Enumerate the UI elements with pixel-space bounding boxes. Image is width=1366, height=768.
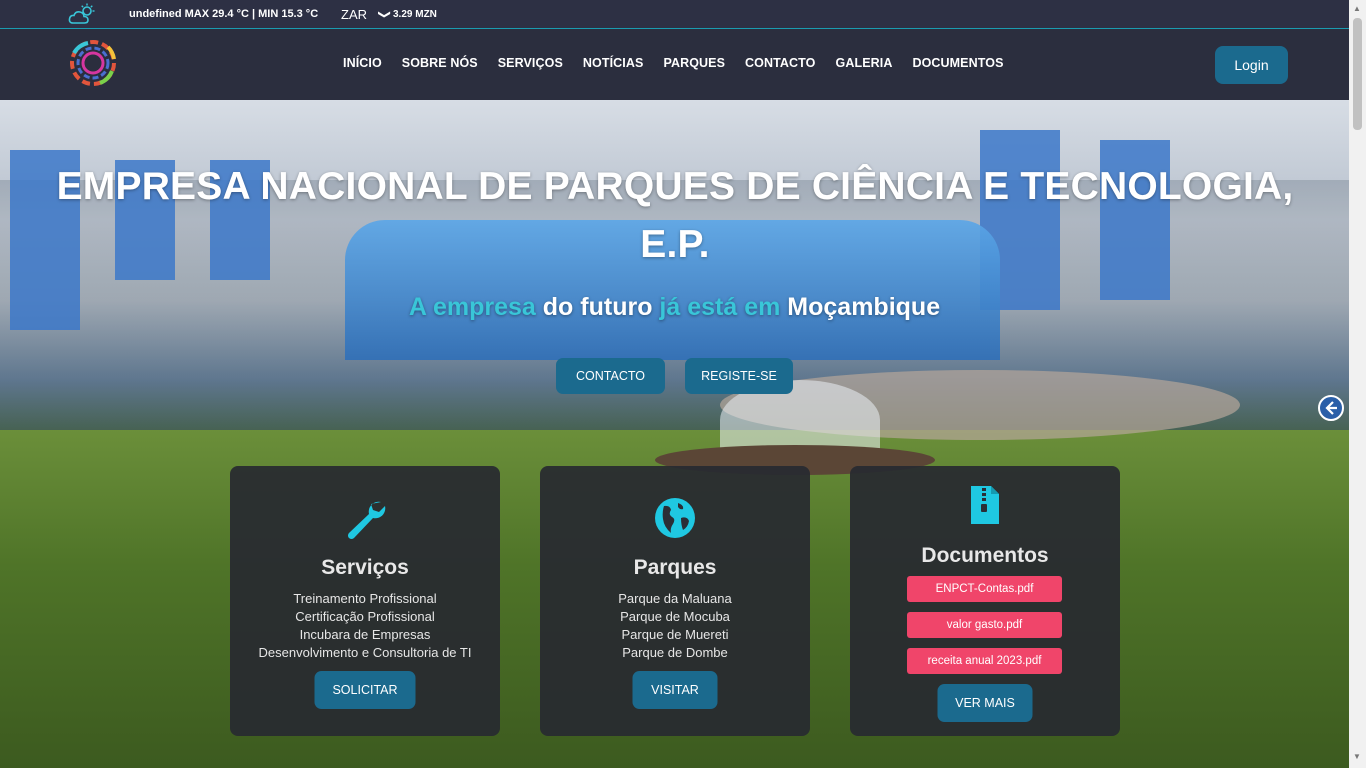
servicos-list: Treinamento Profissional Certificação Pr… — [230, 590, 500, 662]
parques-list: Parque da Maluana Parque de Mocuba Parqu… — [540, 590, 810, 662]
nav-item-documentos[interactable]: DOCUMENTOS — [912, 56, 1003, 70]
visitar-button[interactable]: VISITAR — [632, 671, 718, 709]
top-info-bar: undefined MAX 29.4 °C | MIN 15.3 °C ZAR … — [0, 0, 1349, 29]
servicos-title: Serviços — [321, 556, 409, 579]
tagline-part: do futuro — [542, 293, 653, 321]
documentos-card: Documentos ENPCT-Contas.pdf valor gasto.… — [850, 466, 1120, 736]
tagline-part: já está em — [659, 293, 781, 321]
list-item: Parque de Dombe — [622, 645, 728, 660]
currency-selector[interactable]: ZAR — [341, 7, 367, 22]
file-zip-icon — [971, 486, 999, 524]
solicitar-button[interactable]: SOLICITAR — [314, 671, 416, 709]
list-item: Desenvolvimento e Consultoria de TI — [258, 645, 472, 660]
primary-navigation: INÍCIO SOBRE NÓS SERVIÇOS NOTÍCIAS PARQU… — [343, 56, 1024, 70]
document-link[interactable]: receita anual 2023.pdf — [907, 648, 1062, 674]
scroll-down-arrow-icon[interactable]: ▼ — [1353, 752, 1361, 761]
page-scrollbar[interactable]: ▲ ▼ — [1349, 0, 1366, 768]
document-link[interactable]: ENPCT-Contas.pdf — [907, 576, 1062, 602]
globe-icon — [655, 498, 695, 538]
nav-item-contacto[interactable]: CONTACTO — [745, 56, 815, 70]
list-item: Parque de Mocuba — [620, 609, 730, 624]
chevron-down-icon[interactable]: ❯ — [377, 10, 391, 19]
hero-tagline: A empresa do futuro já está em Moçambiqu… — [0, 293, 1349, 322]
scroll-up-arrow-icon[interactable]: ▲ — [1353, 4, 1361, 13]
list-item: Parque da Maluana — [618, 591, 732, 606]
servicos-card: Serviços Treinamento Profissional Certif… — [230, 466, 500, 736]
scrollbar-thumb[interactable] — [1353, 18, 1362, 130]
contacto-button[interactable]: CONTACTO — [556, 358, 665, 394]
nav-item-servicos[interactable]: SERVIÇOS — [498, 56, 563, 70]
hero-section: EMPRESA NACIONAL DE PARQUES DE CIÊNCIA E… — [0, 100, 1349, 768]
nav-item-parques[interactable]: PARQUES — [663, 56, 725, 70]
documentos-title: Documentos — [921, 544, 1049, 567]
nav-item-noticias[interactable]: NOTÍCIAS — [583, 56, 644, 70]
list-item: Incubara de Empresas — [299, 627, 431, 642]
list-item: Certificação Profissional — [295, 609, 435, 624]
company-logo[interactable] — [68, 39, 118, 87]
wrench-icon — [347, 501, 386, 540]
parques-card: Parques Parque da Maluana Parque de Mocu… — [540, 466, 810, 736]
nav-item-sobre-nos[interactable]: SOBRE NÓS — [402, 56, 478, 70]
cloud-sun-icon — [68, 3, 95, 24]
exchange-rate: 3.29 MZN — [393, 9, 437, 20]
document-link[interactable]: valor gasto.pdf — [907, 612, 1062, 638]
nav-item-inicio[interactable]: INÍCIO — [343, 56, 382, 70]
tagline-part: A empresa — [408, 293, 536, 321]
list-item: Treinamento Profissional — [293, 591, 437, 606]
list-item: Parque de Muereti — [621, 627, 729, 642]
ver-mais-button[interactable]: VER MAIS — [937, 684, 1033, 722]
parques-title: Parques — [633, 556, 717, 579]
tagline-part: Moçambique — [787, 293, 941, 321]
login-button[interactable]: Login — [1215, 46, 1288, 84]
nav-item-galeria[interactable]: GALERIA — [836, 56, 893, 70]
back-arrow-icon[interactable] — [1318, 395, 1344, 421]
weather-readout: undefined MAX 29.4 °C | MIN 15.3 °C — [129, 8, 319, 20]
registe-se-button[interactable]: REGISTE-SE — [685, 358, 793, 394]
hero-title: EMPRESA NACIONAL DE PARQUES DE CIÊNCIA E… — [56, 165, 1294, 266]
main-navbar: INÍCIO SOBRE NÓS SERVIÇOS NOTÍCIAS PARQU… — [0, 30, 1349, 100]
